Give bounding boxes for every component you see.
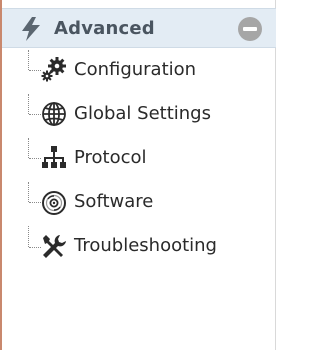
tree-item-label: Configuration [74, 59, 197, 80]
collapse-section-button[interactable] [238, 17, 262, 41]
tree-item-label: Global Settings [74, 103, 211, 124]
advanced-panel: Advanced Configuration Global Settings P… [0, 0, 276, 350]
gears-icon [40, 55, 68, 83]
tree-item-global-settings[interactable]: Global Settings [2, 94, 276, 134]
tree-connector [28, 226, 29, 247]
tree-connector [28, 94, 29, 114]
advanced-section-header[interactable]: Advanced [2, 8, 276, 48]
tree-item-configuration[interactable]: Configuration [2, 50, 276, 90]
tree-item-protocol[interactable]: Protocol [2, 138, 276, 178]
network-hierarchy-icon [40, 144, 68, 172]
tree-item-software[interactable]: Software [2, 182, 276, 222]
tree-item-label: Protocol [74, 147, 147, 168]
tree-item-label: Software [74, 191, 154, 212]
tree-item-label: Troubleshooting [74, 235, 217, 256]
disc-icon [40, 189, 68, 217]
globe-icon [40, 100, 68, 128]
tree-connector [28, 138, 29, 158]
tree-connector [28, 182, 29, 202]
tree-connector [28, 50, 29, 70]
section-title: Advanced [54, 18, 155, 39]
lightning-bolt-icon [18, 16, 44, 42]
tree-item-troubleshooting[interactable]: Troubleshooting [2, 226, 276, 266]
tools-icon [40, 233, 68, 261]
